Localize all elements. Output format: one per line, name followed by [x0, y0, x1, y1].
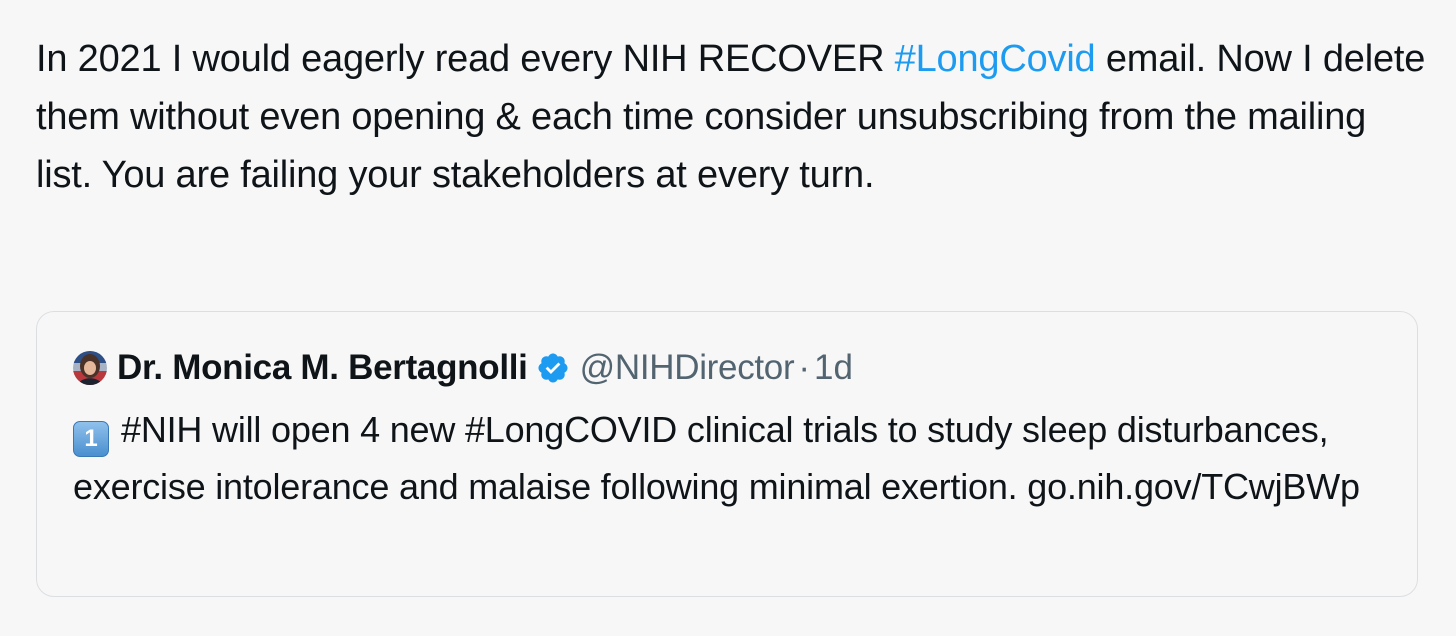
quoted-tweet-body: 1 #NIH will open 4 new #LongCOVID clinica… — [73, 401, 1393, 515]
quoted-tweet-text: #NIH will open 4 new #LongCOVID clinical… — [73, 409, 1360, 507]
keycap-one-icon: 1 — [73, 421, 109, 457]
author-handle[interactable]: @NIHDirector — [580, 348, 795, 388]
timestamp[interactable]: 1d — [814, 348, 853, 388]
hashtag-link[interactable]: #LongCovid — [895, 38, 1096, 80]
separator-dot: · — [798, 348, 810, 387]
avatar-icon — [73, 351, 107, 385]
tweet-text: In 2021 I would eagerly read every NIH R… — [36, 30, 1426, 204]
author-name[interactable]: Dr. Monica M. Bertagnolli — [117, 348, 528, 388]
avatar[interactable] — [73, 351, 107, 385]
tweet-text-before: In 2021 I would eagerly read every NIH R… — [36, 38, 895, 80]
quoted-tweet-header: Dr. Monica M. Bertagnolli @NIHDirector ·… — [73, 348, 853, 388]
quoted-tweet-card[interactable]: Dr. Monica M. Bertagnolli @NIHDirector ·… — [36, 311, 1418, 597]
verified-badge-icon — [538, 353, 568, 383]
